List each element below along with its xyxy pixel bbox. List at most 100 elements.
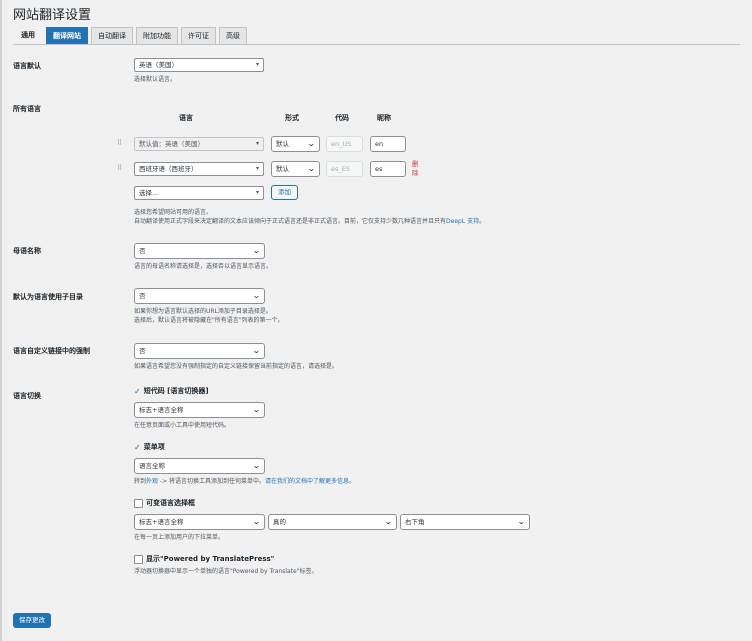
language-row-2-select[interactable]: 西班牙语（西班牙） ▾ xyxy=(134,162,264,176)
chevron-down-icon: ⌄ xyxy=(252,246,262,255)
powered-by-title: 显示"Powered by TranslatePress" xyxy=(146,555,275,563)
caret-down-icon: ▾ xyxy=(255,189,259,196)
tabs-divider xyxy=(13,44,740,45)
shortcode-option[interactable]: ✓ 短代码 [语言切换器] xyxy=(134,386,209,396)
chevron-down-icon: ⌄ xyxy=(517,517,527,526)
language-row-2-format-value: 默认 xyxy=(276,165,289,173)
menu-item-style-select[interactable]: 语言全称 ⌄ xyxy=(134,458,265,474)
add-language-select[interactable]: 选择... ▾ xyxy=(134,186,264,200)
powered-by-description: 浮动器切换器中显示一个单独的语言"Powered by Translate"标签… xyxy=(134,568,318,575)
column-format: 形式 xyxy=(285,114,299,122)
subdirectory-value: 否 xyxy=(139,292,146,300)
floating-description: 在每一页上添加用户的下拉菜单。 xyxy=(134,534,225,541)
subdirectory-description-line2: 选择后，默认语言将被隐藏在"所有语言"列表的第一个。 xyxy=(134,317,284,324)
tab-license[interactable]: 许可证 xyxy=(181,27,216,44)
checkmark-icon: ✓ xyxy=(134,442,141,452)
admin-sidebar-edge xyxy=(0,0,2,641)
checkmark-icon: ✓ xyxy=(134,386,141,396)
column-slug: 昵称 xyxy=(377,114,391,122)
chevron-down-icon: ⌄ xyxy=(307,139,317,148)
floating-theme-value: 真的 xyxy=(273,518,286,526)
default-language-description: 选择默认语言。 xyxy=(134,76,177,83)
floating-title: 可变语言选择框 xyxy=(146,499,195,507)
appearance-link[interactable]: 外观 xyxy=(146,478,158,485)
floating-option[interactable]: 可变语言选择框 xyxy=(134,498,195,508)
add-language-button[interactable]: 添加 xyxy=(271,185,298,200)
caret-down-icon: ▾ xyxy=(255,165,259,172)
menu-item-description: 转到外观 -> 将语言切换工具添加到任何菜单中。请在我们的文档中了解更多信息。 xyxy=(134,477,355,486)
language-row-1-select: 默认值：英语（美国） ▾ xyxy=(134,137,264,151)
all-languages-description: 选择您希望网站可用的语言。 自动翻译使用正式字段来决定翻译的文本应该倾向于正式语… xyxy=(134,208,485,226)
floating-style-select[interactable]: 标志+语言全称 ⌄ xyxy=(134,514,265,530)
shortcode-title: 短代码 [语言切换器] xyxy=(143,387,209,395)
caret-down-icon: ▾ xyxy=(255,140,259,147)
description-text: 转到 xyxy=(134,478,147,485)
default-language-value: 英语（美国） xyxy=(139,61,178,69)
chevron-down-icon: ⌄ xyxy=(252,405,262,414)
native-name-select[interactable]: 否 ⌄ xyxy=(134,243,265,259)
tab-addons[interactable]: 附加功能 xyxy=(136,27,178,44)
floating-style-value: 标志+语言全称 xyxy=(139,518,184,526)
language-row-1-slug-input[interactable]: en xyxy=(370,136,406,152)
drag-handle-icon[interactable]: ⠿ xyxy=(117,139,122,147)
language-row-2-slug-input[interactable]: es xyxy=(370,161,406,177)
floating-position-select[interactable]: 右下角 ⌄ xyxy=(400,514,530,530)
powered-by-option[interactable]: 显示"Powered by TranslatePress" xyxy=(134,554,274,564)
tab-auto-translation[interactable]: 自动翻译 xyxy=(91,27,133,44)
chevron-down-icon: ⌄ xyxy=(252,461,262,470)
subdirectory-select[interactable]: 否 ⌄ xyxy=(134,288,265,304)
all-languages-label: 所有语言 xyxy=(13,105,41,113)
page-title: 网站翻译设置 xyxy=(13,8,92,23)
force-custom-links-select[interactable]: 否 ⌄ xyxy=(134,343,265,359)
floating-checkbox[interactable] xyxy=(134,498,143,508)
powered-by-checkbox[interactable] xyxy=(134,554,143,564)
menu-item-style-value: 语言全称 xyxy=(139,462,165,470)
language-row-1-format-value: 默认 xyxy=(276,140,289,148)
menu-item-title: 菜单项 xyxy=(143,443,165,451)
description-text: -> 将语言切换工具添加到任何菜单中。 xyxy=(158,478,266,485)
column-code: 代码 xyxy=(335,114,349,122)
force-custom-links-label: 语言自定义链接中的强制 xyxy=(13,347,90,355)
tab-general[interactable]: 通用 xyxy=(13,27,43,44)
language-row-1-format-select[interactable]: 默认 ⌄ xyxy=(271,136,320,152)
language-row-2-value: 西班牙语（西班牙） xyxy=(139,165,198,173)
caret-down-icon: ▾ xyxy=(255,61,259,68)
shortcode-style-value: 标志+语言全称 xyxy=(139,406,184,414)
tab-advanced[interactable]: 高级 xyxy=(219,27,247,44)
language-switcher-label: 语言切换 xyxy=(13,392,41,400)
save-changes-button[interactable]: 保存更改 xyxy=(13,613,51,628)
chevron-down-icon: ⌄ xyxy=(252,291,262,300)
all-languages-description-line2: 自动翻译使用正式字段来决定翻译的文本应该倾向于正式语言还是非正式语言。目前，它仅… xyxy=(134,217,485,226)
remove-language-link[interactable]: 删除 xyxy=(412,160,422,178)
force-custom-links-value: 否 xyxy=(139,347,146,355)
tab-translate-site[interactable]: 翻译网站 xyxy=(46,27,88,44)
chevron-down-icon: ⌄ xyxy=(307,164,317,173)
language-row-2-format-select[interactable]: 默认 ⌄ xyxy=(271,161,320,177)
menu-item-option[interactable]: ✓ 菜单项 xyxy=(134,442,165,452)
description-text: 。 xyxy=(349,478,356,485)
language-row-1-value: 默认值：英语（美国） xyxy=(139,140,204,148)
subdirectory-description-line1: 如果你想为语言默认选择的URL添加子目录选择是。 xyxy=(134,308,272,315)
floating-position-value: 右下角 xyxy=(405,518,425,526)
language-row-1-code-input: en_US xyxy=(326,136,363,152)
deepl-link[interactable]: DeepL 支持 xyxy=(446,218,479,225)
description-text: 自动翻译使用正式字段来决定翻译的文本应该倾向于正式语言还是非正式语言。目前，它仅… xyxy=(134,218,447,225)
subdirectory-description: 如果你想为语言默认选择的URL添加子目录选择是。 选择后，默认语言将被隐藏在"所… xyxy=(134,307,284,325)
shortcode-style-select[interactable]: 标志+语言全称 ⌄ xyxy=(134,402,265,418)
default-language-select[interactable]: 英语（美国） ▾ xyxy=(134,58,264,72)
subdirectory-label: 默认为语言使用子目录 xyxy=(13,293,83,301)
language-row-2-code-input: es_ES xyxy=(326,161,363,177)
settings-tabs: 通用 翻译网站 自动翻译 附加功能 许可证 高级 xyxy=(13,27,247,45)
docs-link[interactable]: 请在我们的文档中了解更多信息 xyxy=(265,478,349,485)
chevron-down-icon: ⌄ xyxy=(252,517,262,526)
chevron-down-icon: ⌄ xyxy=(252,346,262,355)
column-language: 语言 xyxy=(179,114,193,122)
native-name-description: 语言的母语名称请选择是，选择否以语言显示语言。 xyxy=(134,263,273,270)
floating-theme-select[interactable]: 真的 ⌄ xyxy=(268,514,397,530)
native-name-label: 母语名称 xyxy=(13,247,41,255)
all-languages-description-line1: 选择您希望网站可用的语言。 xyxy=(134,209,213,216)
native-name-value: 否 xyxy=(139,247,146,255)
default-language-label: 语言默认 xyxy=(13,62,41,70)
drag-handle-icon[interactable]: ⠿ xyxy=(117,164,122,172)
description-text: 。 xyxy=(479,218,486,225)
